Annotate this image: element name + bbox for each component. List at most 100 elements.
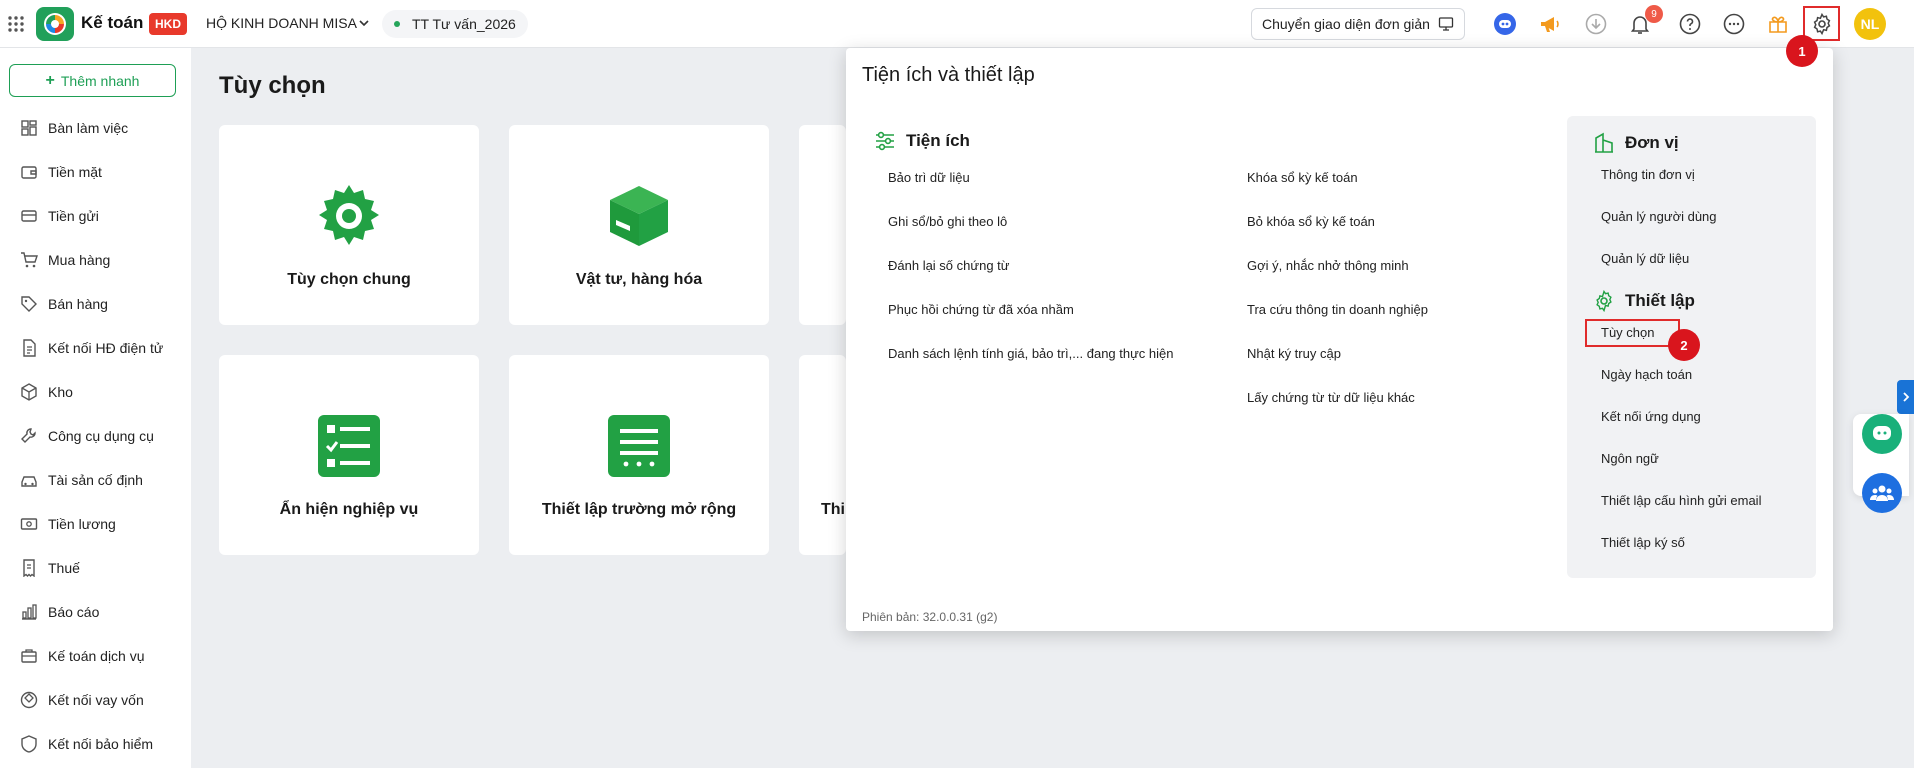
link-posting-date[interactable]: Ngày hạch toán	[1601, 367, 1692, 382]
sidebar-item-label: Kế toán dịch vụ	[48, 648, 145, 664]
link-import-vouchers[interactable]: Lấy chứng từ từ dữ liệu khác	[1247, 390, 1415, 405]
more-icon[interactable]	[1720, 10, 1748, 38]
setup-heading: Thiết lập	[1593, 290, 1695, 312]
plus-icon: +	[45, 71, 55, 89]
card-partial-bottom[interactable]: Thi	[799, 355, 846, 555]
link-user-management[interactable]: Quản lý người dùng	[1601, 209, 1717, 224]
link-business-lookup[interactable]: Tra cứu thông tin doanh nghiệp	[1247, 302, 1428, 317]
chevron-right-icon	[1902, 392, 1909, 402]
card-label: Thi	[821, 501, 845, 518]
sidebar-item-service-accounting[interactable]: Kế toán dịch vụ	[0, 634, 191, 678]
megaphone-icon[interactable]	[1536, 10, 1564, 38]
sidebar-item-purchase[interactable]: Mua hàng	[0, 238, 191, 282]
sidebar-item-loan[interactable]: Kết nối vay vốn	[0, 678, 191, 722]
dashboard-icon	[21, 120, 37, 136]
document-list-icon	[608, 415, 670, 477]
sidebar-item-label: Kết nối vay vốn	[48, 692, 144, 708]
sidebar-item-einvoice[interactable]: Kết nối HĐ điện tử	[0, 326, 191, 370]
link-data-maintenance[interactable]: Bảo trì dữ liệu	[888, 170, 970, 185]
chat-support-button[interactable]	[1862, 414, 1902, 454]
link-unit-info[interactable]: Thông tin đơn vị	[1601, 167, 1695, 182]
collapse-panel-tab[interactable]	[1897, 380, 1914, 414]
step-marker-1: 1	[1786, 35, 1818, 67]
sidebar-item-reports[interactable]: Báo cáo	[0, 590, 191, 634]
hkd-badge: HKD	[149, 13, 187, 35]
utilities-heading-label: Tiện ích	[906, 131, 970, 150]
money-icon	[20, 518, 38, 530]
switch-simple-ui-button[interactable]: Chuyển giao diện đơn giản	[1251, 8, 1465, 40]
link-running-tasks[interactable]: Danh sách lệnh tính giá, bảo trì,... đan…	[888, 346, 1174, 361]
sidebar-item-tools[interactable]: Công cụ dụng cụ	[0, 414, 191, 458]
sidebar-nav: Bàn làm việc Tiền mặt Tiền gửi Mua hàng …	[0, 106, 191, 766]
card-show-hide-operations[interactable]: Ẩn hiện nghiệp vụ	[219, 355, 479, 555]
database-name: TT Tư vấn_2026	[412, 16, 516, 32]
link-language[interactable]: Ngôn ngữ	[1601, 451, 1659, 466]
sidebar-item-label: Kho	[48, 384, 73, 400]
package-icon	[610, 186, 668, 246]
sidebar-item-payroll[interactable]: Tiền lương	[0, 502, 191, 546]
avatar[interactable]: NL	[1854, 8, 1886, 40]
wallet-icon	[21, 166, 37, 179]
sidebar-item-fixed-assets[interactable]: Tài sản cố định	[0, 458, 191, 502]
unit-heading: Đơn vị	[1593, 132, 1679, 154]
card-general-options[interactable]: Tùy chọn chung	[219, 125, 479, 325]
chevron-down-icon[interactable]	[356, 15, 372, 31]
link-app-connections[interactable]: Kết nối ứng dụng	[1601, 409, 1701, 424]
briefcase-icon	[21, 649, 37, 663]
app-name: Kế toán	[81, 13, 144, 32]
link-lock-period[interactable]: Khóa sổ kỳ kế toán	[1247, 170, 1358, 185]
version-label: Phiên bản: 32.0.0.31 (g2)	[862, 610, 998, 624]
link-smart-reminders[interactable]: Gợi ý, nhắc nhở thông minh	[1247, 258, 1409, 273]
link-access-log[interactable]: Nhật ký truy cập	[1247, 346, 1341, 361]
sidebar-item-label: Công cụ dụng cụ	[48, 428, 154, 444]
card-partial-top[interactable]	[799, 125, 846, 325]
sidebar-item-label: Bàn làm việc	[48, 120, 129, 136]
sidebar-item-insurance[interactable]: Kết nối bảo hiểm	[0, 722, 191, 766]
card-label: Tùy chọn chung	[287, 271, 411, 288]
company-name[interactable]: HỘ KINH DOANH MISA	[206, 15, 357, 31]
link-email-config[interactable]: Thiết lập cấu hình gửi email	[1601, 493, 1761, 508]
status-dot	[394, 21, 400, 27]
sidebar-item-tax[interactable]: Thuế	[0, 546, 191, 590]
options-highlight-box	[1585, 319, 1680, 347]
card-extended-fields[interactable]: Thiết lập trường mở rộng	[509, 355, 769, 555]
help-icon[interactable]	[1676, 10, 1704, 38]
card-materials-goods[interactable]: Vật tư, hàng hóa	[509, 125, 769, 325]
community-button[interactable]	[1862, 473, 1902, 513]
sidebar-item-deposit[interactable]: Tiền gửi	[0, 194, 191, 238]
download-icon[interactable]	[1582, 10, 1610, 38]
gift-icon[interactable]	[1764, 10, 1792, 38]
building-icon	[1595, 132, 1613, 153]
database-selector[interactable]: TT Tư vấn_2026	[382, 10, 528, 38]
card-label: Thiết lập trường mở rộng	[541, 501, 737, 518]
notification-badge: 9	[1645, 5, 1663, 23]
sidebar-item-label: Tiền lương	[48, 516, 116, 532]
sidebar-item-label: Tiền gửi	[48, 208, 99, 224]
sidebar-item-warehouse[interactable]: Kho	[0, 370, 191, 414]
shield-icon	[21, 735, 37, 753]
step-marker-2: 2	[1668, 329, 1700, 361]
link-digital-signature[interactable]: Thiết lập ký số	[1601, 535, 1685, 550]
checklist-icon	[318, 415, 380, 477]
sidebar-item-cash[interactable]: Tiền mặt	[0, 150, 191, 194]
quick-add-button[interactable]: + Thêm nhanh	[9, 64, 176, 97]
misa-logo-icon[interactable]	[36, 7, 74, 41]
wrench-icon	[21, 428, 36, 443]
sidebar-item-label: Tài sản cố định	[48, 472, 143, 488]
apps-grid-icon[interactable]	[4, 12, 28, 36]
link-batch-posting[interactable]: Ghi sổ/bỏ ghi theo lô	[888, 214, 1007, 229]
link-unlock-period[interactable]: Bỏ khóa sổ kỳ kế toán	[1247, 214, 1375, 229]
receipt-icon	[23, 559, 35, 577]
link-data-management[interactable]: Quản lý dữ liệu	[1601, 251, 1689, 266]
sliders-icon	[876, 131, 894, 151]
ai-assistant-icon[interactable]	[1491, 10, 1519, 38]
link-renumber-vouchers[interactable]: Đánh lại số chứng từ	[888, 258, 1009, 273]
sidebar-item-sales[interactable]: Bán hàng	[0, 282, 191, 326]
floating-actions	[1853, 414, 1909, 513]
card-icon	[21, 210, 37, 222]
sidebar-item-dashboard[interactable]: Bàn làm việc	[0, 106, 191, 150]
link-restore-deleted[interactable]: Phục hồi chứng từ đã xóa nhầm	[888, 302, 1074, 317]
sidebar-item-label: Báo cáo	[48, 604, 100, 620]
page-title: Tùy chọn	[219, 72, 326, 99]
sidebar-item-label: Mua hàng	[48, 252, 111, 268]
